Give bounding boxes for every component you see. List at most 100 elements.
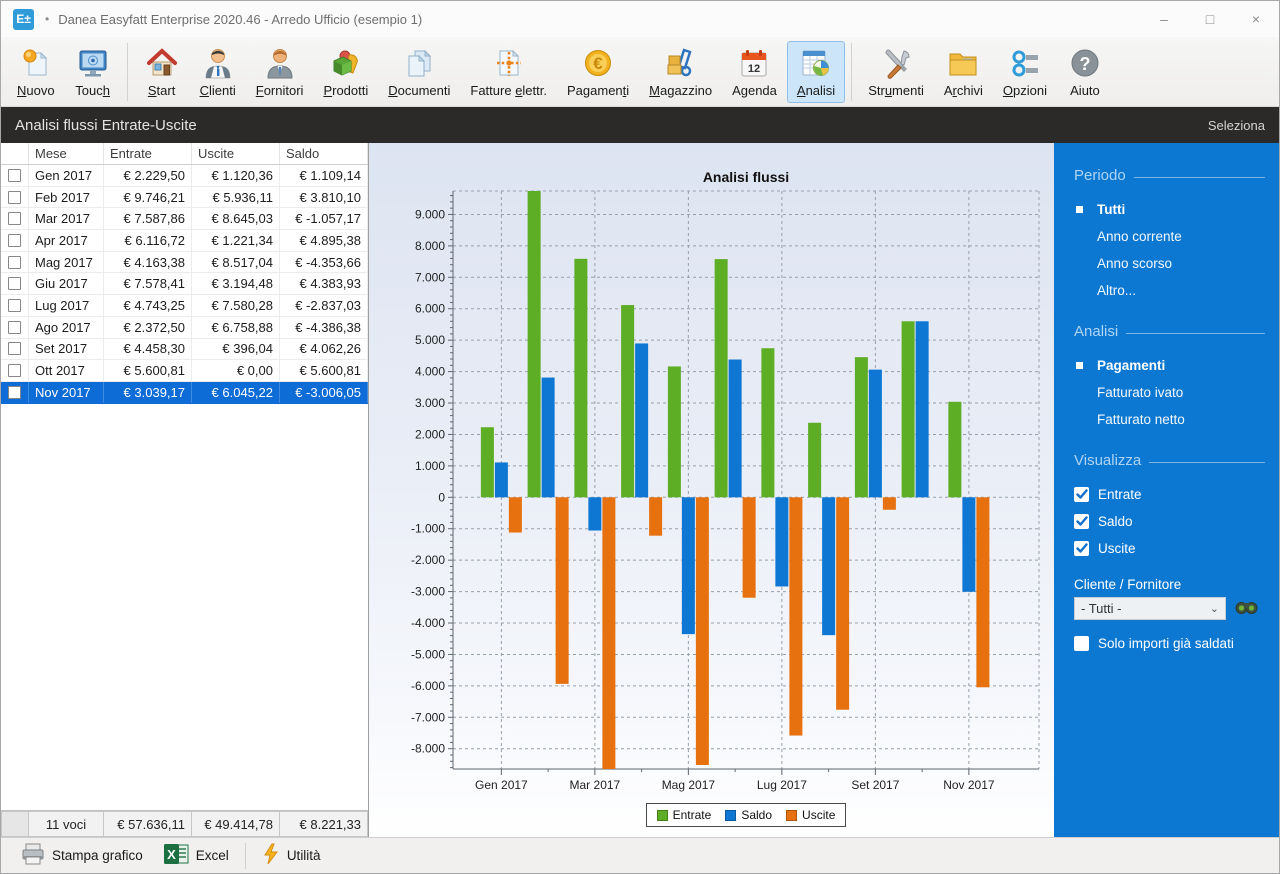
table-row[interactable]: Nov 2017€ 3.039,17€ 6.045,22€ -3.006,05: [1, 382, 368, 404]
utilita-button[interactable]: Utilità: [252, 839, 331, 872]
excel-button[interactable]: XExcel: [153, 839, 239, 872]
aiuto-button[interactable]: ?Aiuto: [1057, 41, 1113, 103]
archivi-label: Archivi: [944, 83, 983, 98]
table-footer-entrate: € 57.636,11: [104, 811, 192, 837]
cell-entrate: € 7.587,86: [104, 208, 192, 229]
table-header-mese[interactable]: Mese: [29, 143, 104, 164]
sidebar-option-anno-scorso[interactable]: Anno scorso: [1074, 250, 1265, 277]
opzioni-button[interactable]: Opzioni: [993, 41, 1057, 103]
row-checkbox-cell: [1, 295, 29, 316]
cell-mese: Feb 2017: [29, 187, 104, 208]
sidebar-checkbox-uscite[interactable]: Uscite: [1074, 535, 1265, 562]
aiuto-icon: ?: [1067, 46, 1103, 81]
table-row[interactable]: Gen 2017€ 2.229,50€ 1.120,36€ 1.109,14: [1, 165, 368, 187]
cliente-fornitore-dropdown[interactable]: - Tutti -⌄: [1074, 597, 1226, 620]
fornitori-button[interactable]: Fornitori: [246, 41, 314, 103]
documenti-button[interactable]: Documenti: [378, 41, 460, 103]
table-header-saldo[interactable]: Saldo: [280, 143, 368, 164]
cell-entrate: € 9.746,21: [104, 187, 192, 208]
sidebar-option-pagamenti[interactable]: Pagamenti: [1074, 352, 1265, 379]
fatture-elettr-button[interactable]: Fatture elettr.: [460, 41, 557, 103]
table-row[interactable]: Apr 2017€ 6.116,72€ 1.221,34€ 4.895,38: [1, 230, 368, 252]
row-checkbox[interactable]: [8, 386, 21, 399]
cell-saldo: € 3.810,10: [280, 187, 368, 208]
row-checkbox[interactable]: [8, 299, 21, 312]
sidebar-option-anno-corrente[interactable]: Anno corrente: [1074, 223, 1265, 250]
sidebar-option-tutti[interactable]: Tutti: [1074, 196, 1265, 223]
row-checkbox[interactable]: [8, 212, 21, 225]
sidebar-option-altro-[interactable]: Altro...: [1074, 277, 1265, 304]
row-checkbox[interactable]: [8, 321, 21, 334]
fatture-elettr-label: Fatture elettr.: [470, 83, 547, 98]
app-icon: E±: [13, 9, 34, 30]
maximize-button[interactable]: □: [1187, 1, 1233, 37]
touch-button[interactable]: Touch: [65, 41, 121, 103]
svg-text:Set 2017: Set 2017: [851, 778, 899, 792]
close-button[interactable]: ×: [1233, 1, 1279, 37]
cell-saldo: € -3.006,05: [280, 382, 368, 403]
sidebar-option-fatturato-ivato[interactable]: Fatturato ivato: [1074, 379, 1265, 406]
minimize-button[interactable]: –: [1141, 1, 1187, 37]
sidebar-section-title: Visualizza: [1074, 452, 1265, 469]
stampa-grafico-button[interactable]: Stampa grafico: [11, 839, 153, 872]
magazzino-label: Magazzino: [649, 83, 712, 98]
row-checkbox[interactable]: [8, 364, 21, 377]
sidebar-checkbox-entrate[interactable]: Entrate: [1074, 481, 1265, 508]
table-row[interactable]: Mar 2017€ 7.587,86€ 8.645,03€ -1.057,17: [1, 208, 368, 230]
bar-entrate-set-2017: [855, 357, 868, 497]
table-row[interactable]: Lug 2017€ 4.743,25€ 7.580,28€ -2.837,03: [1, 295, 368, 317]
window-title: Danea Easyfatt Enterprise 2020.46 - Arre…: [58, 12, 422, 27]
start-button[interactable]: Start: [134, 41, 190, 103]
toolbar-separator: [851, 43, 852, 101]
row-checkbox[interactable]: [8, 277, 21, 290]
table-row[interactable]: Giu 2017€ 7.578,41€ 3.194,48€ 4.383,93: [1, 273, 368, 295]
cell-saldo: € 4.895,38: [280, 230, 368, 251]
row-checkbox[interactable]: [8, 234, 21, 247]
bar-uscite-mar-2017: [602, 497, 615, 769]
svg-text:Mag 2017: Mag 2017: [662, 778, 716, 792]
table-header-uscite[interactable]: Uscite: [192, 143, 280, 164]
cell-saldo: € -4.386,38: [280, 317, 368, 338]
checked-checkbox[interactable]: [1074, 487, 1089, 502]
checked-checkbox[interactable]: [1074, 541, 1089, 556]
magazzino-button[interactable]: Magazzino: [639, 41, 722, 103]
table-row[interactable]: Feb 2017€ 9.746,21€ 5.936,11€ 3.810,10: [1, 187, 368, 209]
seleziona-button[interactable]: Seleziona: [1208, 118, 1265, 133]
analisi-button[interactable]: Analisi: [787, 41, 845, 103]
row-checkbox[interactable]: [8, 191, 21, 204]
cell-entrate: € 2.229,50: [104, 165, 192, 186]
table-row[interactable]: Set 2017€ 4.458,30€ 396,04€ 4.062,26: [1, 339, 368, 361]
pagamenti-button[interactable]: €Pagamenti: [557, 41, 639, 103]
sidebar-checkbox-solo-importi-gia-saldati[interactable]: Solo importi già saldati: [1074, 630, 1265, 657]
archivi-button[interactable]: Archivi: [934, 41, 993, 103]
table-row[interactable]: Ago 2017€ 2.372,50€ 6.758,88€ -4.386,38: [1, 317, 368, 339]
row-checkbox-cell: [1, 187, 29, 208]
agenda-button[interactable]: 12Agenda: [722, 41, 787, 103]
sidebar-option-fatturato-netto[interactable]: Fatturato netto: [1074, 406, 1265, 433]
section-rule: [1126, 333, 1265, 334]
unchecked-checkbox[interactable]: [1074, 636, 1089, 651]
cell-mese: Mar 2017: [29, 208, 104, 229]
sidebar-checkbox-saldo[interactable]: Saldo: [1074, 508, 1265, 535]
table-row[interactable]: Ott 2017€ 5.600,81€ 0,00€ 5.600,81: [1, 360, 368, 382]
binoculars-icon[interactable]: [1235, 600, 1258, 618]
cell-uscite: € 3.194,48: [192, 273, 280, 294]
strumenti-button[interactable]: Strumenti: [858, 41, 934, 103]
table-row[interactable]: Mag 2017€ 4.163,38€ 8.517,04€ -4.353,66: [1, 252, 368, 274]
legend-item-entrate: Entrate: [657, 808, 712, 822]
svg-text:3.000: 3.000: [415, 396, 445, 410]
row-checkbox[interactable]: [8, 169, 21, 182]
section-rule: [1134, 177, 1265, 178]
clienti-button[interactable]: Clienti: [190, 41, 246, 103]
nuovo-button[interactable]: Nuovo: [7, 41, 65, 103]
row-checkbox[interactable]: [8, 256, 21, 269]
bar-entrate-giu-2017: [715, 259, 728, 497]
checked-checkbox[interactable]: [1074, 514, 1089, 529]
row-checkbox[interactable]: [8, 342, 21, 355]
checkbox-label: Saldo: [1098, 514, 1133, 529]
prodotti-button[interactable]: Prodotti: [313, 41, 378, 103]
agenda-label: Agenda: [732, 83, 777, 98]
table-header-entrate[interactable]: Entrate: [104, 143, 192, 164]
row-checkbox-cell: [1, 360, 29, 381]
bar-entrate-ago-2017: [808, 423, 821, 498]
